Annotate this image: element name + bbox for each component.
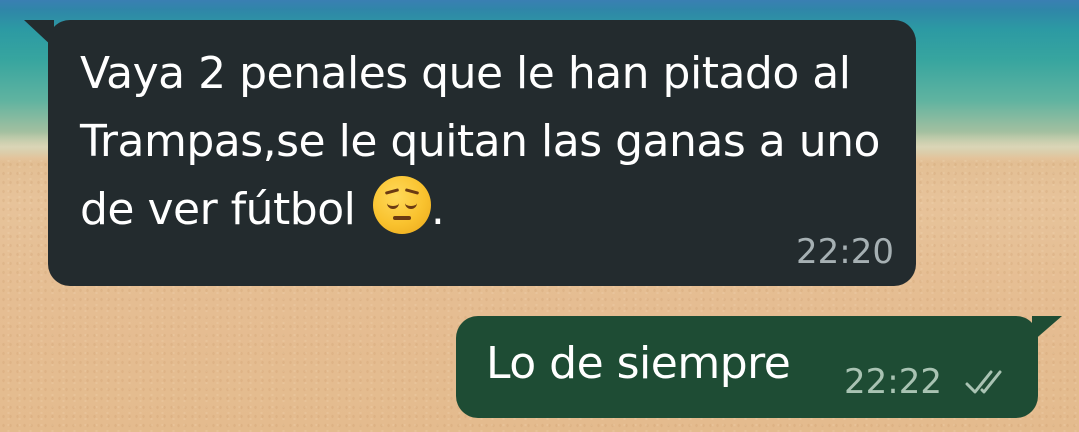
message-body: Vaya 2 penales que le han pitado al Tram… bbox=[80, 48, 880, 235]
pensive-face-icon bbox=[372, 176, 431, 234]
message-timestamp: 22:22 bbox=[844, 362, 942, 402]
message-trailing: . bbox=[430, 184, 445, 235]
message-text: Vaya 2 penales que le han pitado al Tram… bbox=[80, 40, 900, 244]
double-check-icon bbox=[965, 370, 1002, 394]
message-text: Lo de siempre bbox=[486, 338, 791, 389]
message-timestamp: 22:20 bbox=[796, 232, 894, 272]
outgoing-message-bubble[interactable]: Lo de siempre 22:22 bbox=[456, 316, 1062, 418]
bubble-tail bbox=[1032, 316, 1062, 342]
incoming-message-bubble[interactable]: Vaya 2 penales que le han pitado al Tram… bbox=[24, 20, 916, 286]
bubble-tail bbox=[24, 20, 54, 48]
